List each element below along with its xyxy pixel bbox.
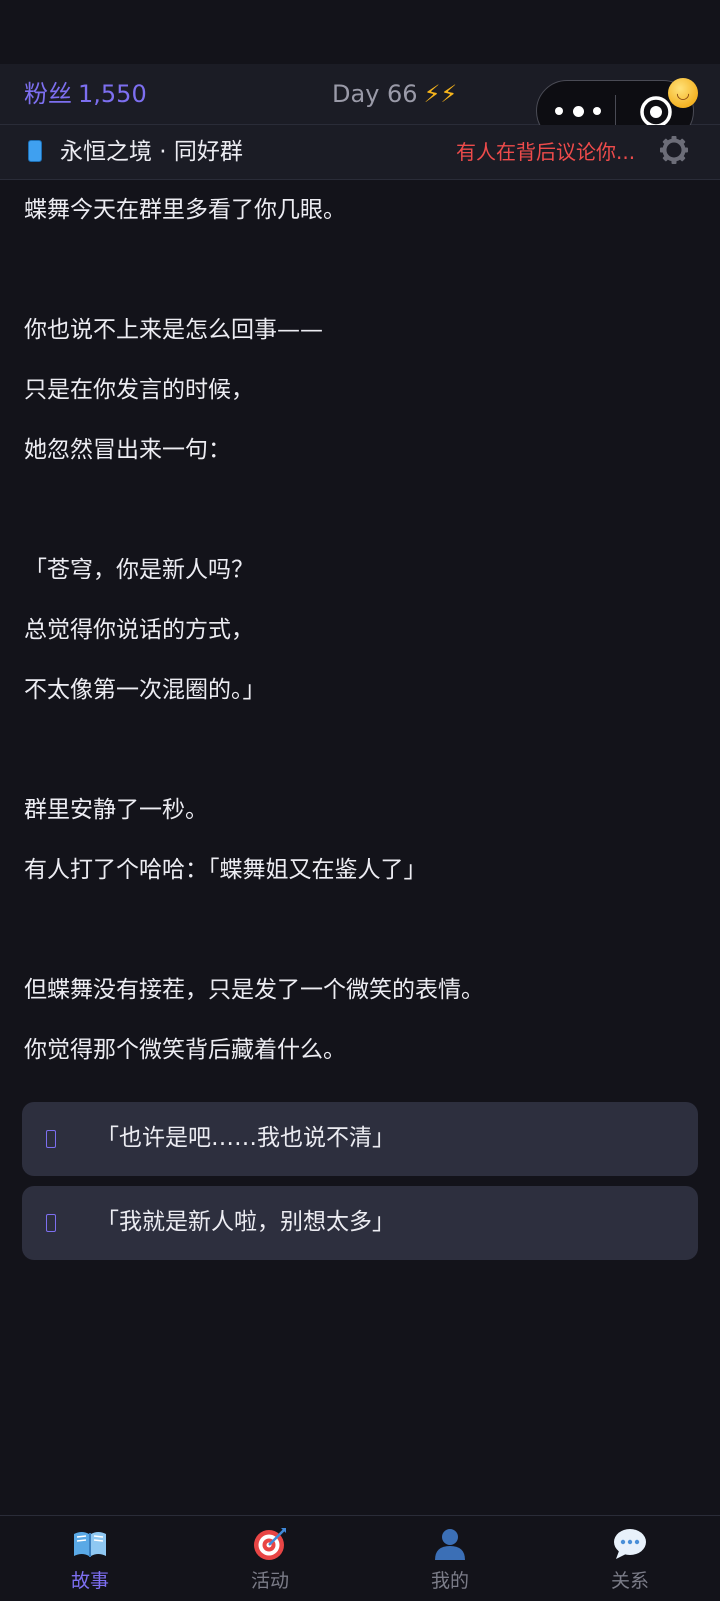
story-line: 你也说不上来是怎么回事—— xyxy=(24,317,323,343)
story-line: 但蝶舞没有接茬，只是发了一个微笑的表情。 xyxy=(24,977,484,1003)
person-icon xyxy=(435,1529,465,1560)
choice-marker-icon xyxy=(46,1214,56,1232)
lightning-icon: ⚡⚡ xyxy=(423,80,458,108)
choice-marker-icon xyxy=(46,1130,56,1148)
chat-bubble-icon xyxy=(614,1529,646,1559)
choice-list: 「也许是吧……我也说不清」 「我就是新人啦，别想太多」 xyxy=(22,1102,698,1270)
fans-count: 1,550 xyxy=(78,80,147,108)
more-options-button[interactable] xyxy=(555,97,601,125)
story-line: 你觉得那个微笑背后藏着什么。 xyxy=(24,1037,346,1063)
choice-option[interactable]: 「也许是吧……我也说不清」 xyxy=(22,1102,698,1176)
gear-icon[interactable] xyxy=(658,134,690,166)
status-bar xyxy=(0,0,720,64)
tab-story[interactable]: 故事 xyxy=(0,1516,180,1601)
choice-option[interactable]: 「我就是新人啦，别想太多」 xyxy=(22,1186,698,1260)
target-icon xyxy=(254,1528,286,1560)
close-miniprogram-button[interactable] xyxy=(639,95,673,129)
fans-label: 粉丝 xyxy=(24,80,72,108)
tab-label: 活动 xyxy=(250,1570,289,1592)
choice-text: 「我就是新人啦，别想太多」 xyxy=(96,1209,395,1235)
tab-label: 故事 xyxy=(70,1570,109,1592)
story-line: 有人打了个哈哈：「蝶舞姐又在鉴人了」 xyxy=(24,857,427,883)
story-text: 蝶舞今天在群里多看了你几眼。 你也说不上来是怎么回事—— 只是在你发言的时候， … xyxy=(24,194,696,1094)
group-bar: 永恒之境 · 同好群 有人在背后议论你... xyxy=(0,125,720,180)
bottom-tab-bar: 故事 活动 我的 关系 xyxy=(0,1515,720,1601)
phone-icon xyxy=(28,140,42,162)
story-line: 「苍穹，你是新人吗？ xyxy=(24,557,254,583)
capsule-divider xyxy=(615,95,616,129)
top-bar: 粉丝 1,550 Day 66 ⚡⚡ xyxy=(0,64,720,142)
book-icon xyxy=(74,1532,106,1557)
group-name: 永恒之境 · 同好群 xyxy=(60,139,243,165)
day-label: Day 66 xyxy=(332,80,418,108)
story-line: 总觉得你说话的方式， xyxy=(24,617,254,643)
tab-profile[interactable]: 我的 xyxy=(360,1516,540,1601)
choice-text: 「也许是吧……我也说不清」 xyxy=(96,1125,395,1151)
story-line: 群里安静了一秒。 xyxy=(24,797,208,823)
fans-counter: 粉丝 1,550 xyxy=(24,78,147,110)
day-indicator: Day 66 ⚡⚡ xyxy=(332,78,457,110)
story-line: 不太像第一次混圈的。」 xyxy=(24,677,266,703)
story-line: 蝶舞今天在群里多看了你几眼。 xyxy=(24,197,346,223)
story-line: 只是在你发言的时候， xyxy=(24,377,254,403)
tab-activity[interactable]: 活动 xyxy=(180,1516,360,1601)
tab-label: 关系 xyxy=(610,1570,649,1592)
dot-icon xyxy=(593,107,601,115)
tab-label: 我的 xyxy=(430,1570,469,1592)
tab-relations[interactable]: 关系 xyxy=(540,1516,720,1601)
smile-emoji-icon: ◡ xyxy=(668,78,698,108)
rumor-alert[interactable]: 有人在背后议论你... xyxy=(456,138,635,166)
story-line: 她忽然冒出来一句： xyxy=(24,437,231,463)
dot-icon xyxy=(572,105,584,117)
dot-icon xyxy=(555,107,563,115)
